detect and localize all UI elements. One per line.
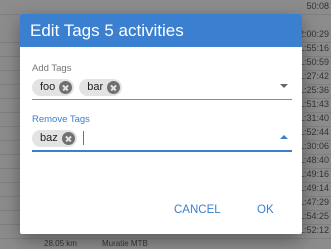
add-tags-label: Add Tags: [32, 63, 72, 74]
dialog-title: Edit Tags 5 activities: [20, 14, 302, 47]
list-item-time: 1:54:25: [299, 211, 330, 221]
list-item-distance: 28.05 km: [44, 239, 77, 248]
list-item-time: 1:55:16: [299, 43, 330, 53]
remove-tags-chip-row[interactable]: baz: [32, 128, 292, 148]
list-item-time: 1:52:44: [299, 127, 330, 137]
list-item-time: 1:52:12: [299, 225, 330, 235]
tag-chip-baz: baz: [32, 129, 77, 147]
tag-chip-bar: bar: [79, 78, 123, 96]
dropdown-arrow-icon[interactable]: [280, 84, 288, 88]
list-item-time: 50:08: [306, 1, 329, 11]
tag-chip-label: baz: [40, 132, 58, 144]
tag-chip-label: bar: [87, 81, 104, 93]
add-tags-underline: [32, 99, 292, 100]
ok-button[interactable]: OK: [251, 200, 280, 220]
list-item-time: 1:49:14: [299, 183, 330, 193]
list-item: 50:08: [0, 0, 331, 15]
remove-chip-icon[interactable]: [107, 80, 121, 94]
remove-tags-label: Remove Tags: [32, 114, 90, 125]
list-item-time: 1:30:06: [299, 141, 330, 151]
remove-tags-underline: [32, 150, 292, 152]
cancel-button[interactable]: CANCEL: [168, 200, 227, 220]
remove-chip-icon[interactable]: [61, 131, 75, 145]
list-item-time: 1:25:36: [299, 85, 330, 95]
dropdown-arrow-up-icon[interactable]: [280, 135, 288, 139]
add-tags-field[interactable]: Add Tags foo bar: [32, 63, 292, 100]
list-item-time: 1:31:40: [299, 113, 330, 123]
list-item-name: Muratie MTB: [102, 239, 148, 248]
list-item-time: 1:49:16: [299, 169, 330, 179]
list-item-time: 1:27:42: [299, 71, 330, 81]
list-item-time: 1:51:43: [299, 99, 330, 109]
list-item-time: 2:00:29: [299, 29, 330, 39]
list-item-time: 1:48:40: [299, 155, 330, 165]
edit-tags-dialog: Edit Tags 5 activities Add Tags foo bar …: [20, 14, 302, 234]
list-item-time: 1:47:29: [299, 197, 330, 207]
text-cursor: [82, 131, 85, 145]
tag-chip-label: foo: [40, 81, 56, 93]
remove-chip-icon[interactable]: [59, 80, 73, 94]
add-tags-chip-row[interactable]: foo bar: [32, 77, 292, 97]
tag-chip-foo: foo: [32, 78, 75, 96]
remove-tags-field[interactable]: Remove Tags baz: [32, 114, 292, 152]
list-item-time: 1:50:59: [299, 57, 330, 67]
